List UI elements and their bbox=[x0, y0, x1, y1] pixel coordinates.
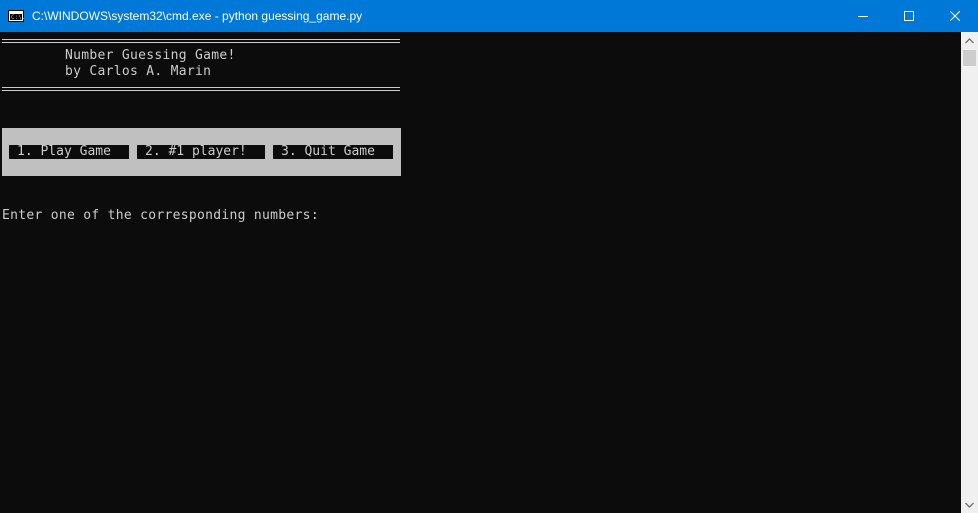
window-title: C:\WINDOWS\system32\cmd.exe - python gue… bbox=[32, 9, 363, 23]
header-top-rule-2 bbox=[2, 42, 400, 43]
header-top-rule-1 bbox=[2, 39, 400, 40]
chevron-up-icon bbox=[965, 37, 974, 43]
maximize-button[interactable] bbox=[886, 0, 932, 32]
menu-bar: 1. Play Game 2. #1 player! 3. Quit Game bbox=[2, 128, 401, 176]
title-bar[interactable]: C:\. C:\WINDOWS\system32\cmd.exe - pytho… bbox=[0, 0, 978, 32]
game-author: by Carlos A. Marin bbox=[65, 64, 212, 79]
maximize-icon bbox=[904, 11, 914, 21]
close-button[interactable] bbox=[932, 0, 978, 32]
cmd-app-icon[interactable]: C:\. bbox=[8, 10, 26, 22]
scroll-thumb[interactable] bbox=[963, 50, 976, 66]
header-bottom-rule-1 bbox=[2, 87, 400, 88]
header-bottom-rule-2 bbox=[2, 90, 400, 91]
scroll-down-button[interactable] bbox=[961, 496, 978, 513]
close-icon bbox=[950, 11, 960, 21]
window-controls bbox=[840, 0, 978, 32]
chevron-down-icon bbox=[965, 502, 974, 508]
input-prompt: Enter one of the corresponding numbers: bbox=[2, 208, 319, 223]
scroll-up-button[interactable] bbox=[961, 32, 978, 49]
minimize-button[interactable] bbox=[840, 0, 886, 32]
cmd-icon-glyph: C:\. bbox=[10, 14, 26, 21]
vertical-scrollbar[interactable] bbox=[961, 32, 978, 513]
console-output[interactable]: Number Guessing Game! by Carlos A. Marin… bbox=[0, 32, 961, 513]
game-title: Number Guessing Game! bbox=[65, 48, 236, 63]
top-player-option[interactable]: 2. #1 player! bbox=[137, 145, 265, 159]
play-game-option[interactable]: 1. Play Game bbox=[9, 145, 129, 159]
minimize-icon bbox=[858, 16, 868, 17]
quit-game-option[interactable]: 3. Quit Game bbox=[273, 145, 393, 159]
cmd-window: C:\. C:\WINDOWS\system32\cmd.exe - pytho… bbox=[0, 0, 978, 513]
